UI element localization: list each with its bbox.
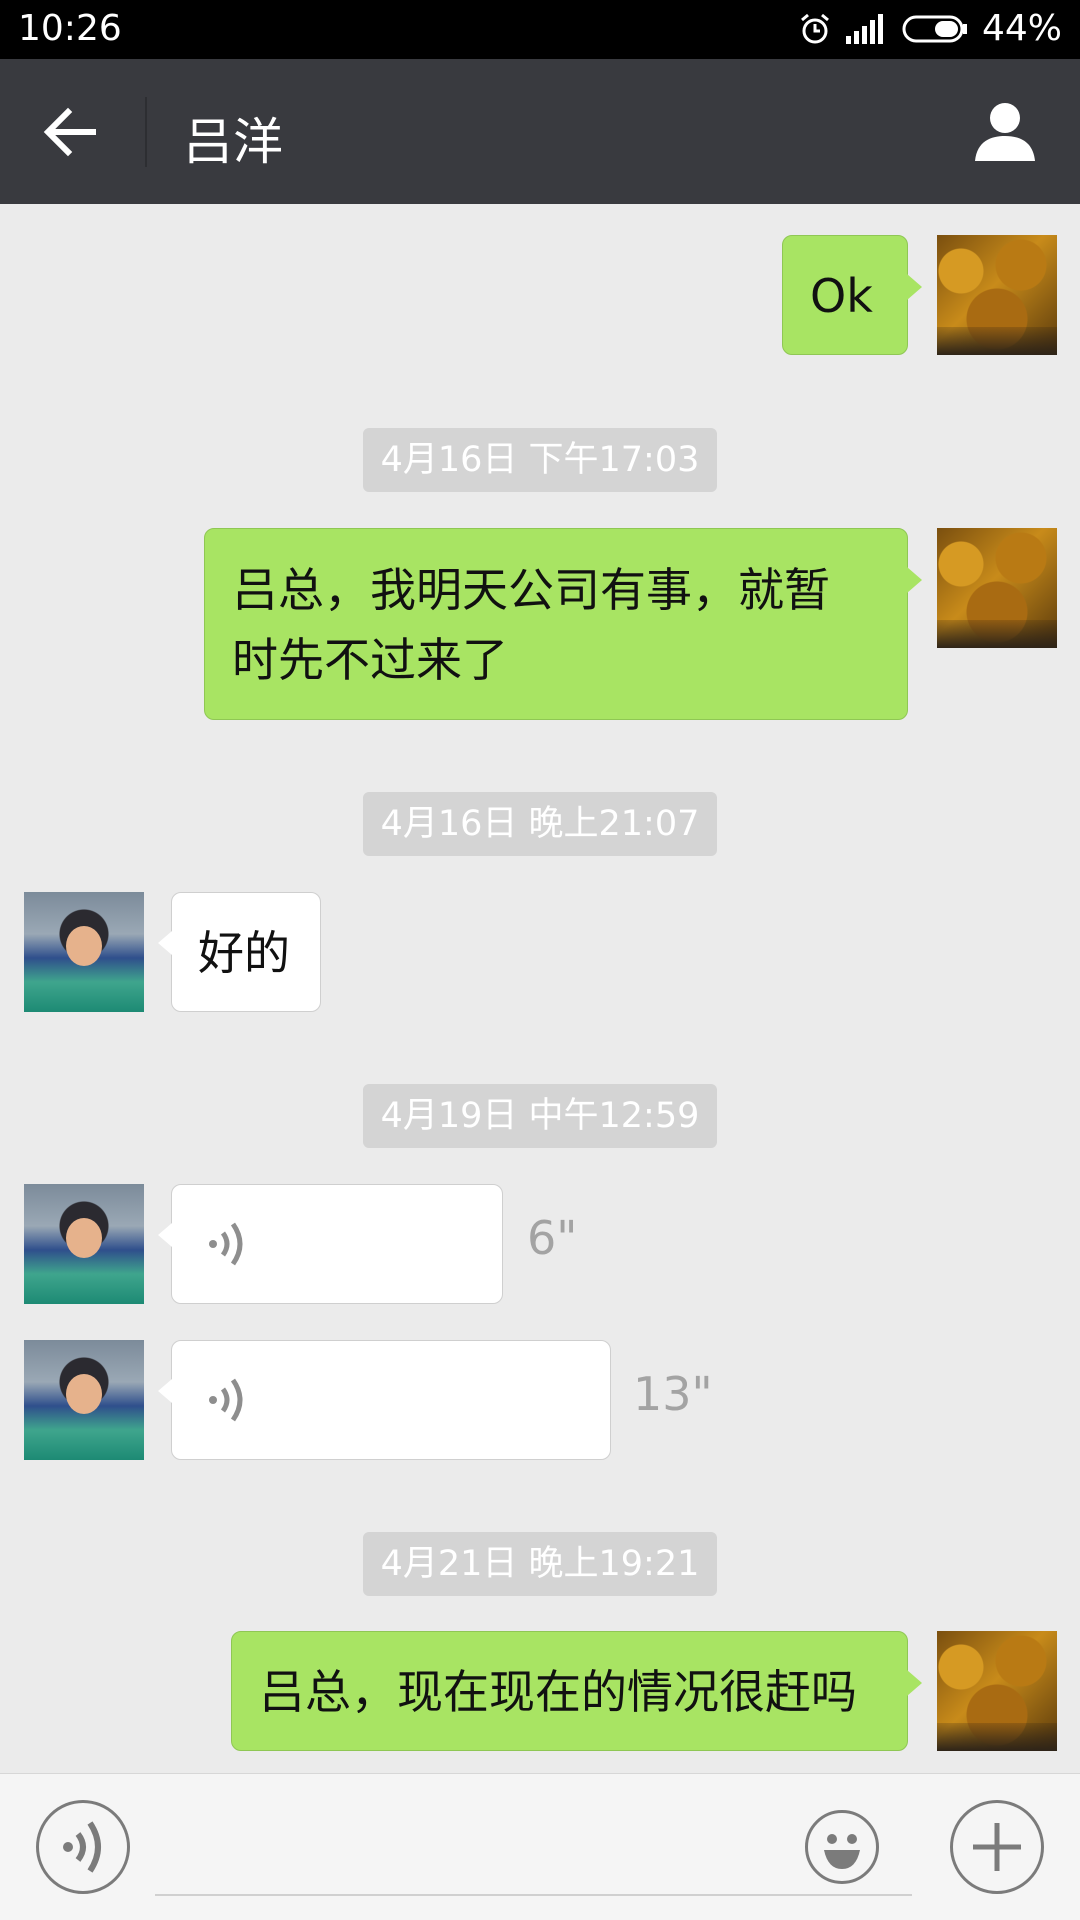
contact-info-button[interactable] (970, 97, 1040, 167)
status-time: 10:26 (18, 8, 122, 49)
back-button[interactable] (30, 97, 110, 167)
message-text-line: 时先不过来了 (232, 633, 508, 687)
my-avatar[interactable] (937, 235, 1057, 355)
voice-duration: 6" (527, 1211, 578, 1265)
battery-icon (902, 14, 968, 44)
message-timestamp: 4月21日 晚上19:21 (363, 1532, 717, 1596)
person-icon (975, 103, 1035, 161)
sent-message-bubble[interactable]: Ok (782, 235, 922, 355)
chat-title: 吕洋 (183, 113, 283, 171)
message-text: 好的 (198, 926, 290, 980)
input-bar (0, 1773, 1080, 1920)
voice-wave-icon (209, 1378, 243, 1422)
message-timestamp: 4月16日 晚上21:07 (363, 792, 717, 856)
signal-strength-icon (845, 13, 888, 44)
alarm-clock-icon (798, 12, 832, 46)
battery-percent: 44% (981, 8, 1062, 49)
status-indicators: 44% (798, 8, 1062, 49)
voice-message-bubble[interactable] (158, 1340, 611, 1460)
message-list[interactable]: Ok 4月16日 下午17:03 吕总，我明天公司有事，就暂 时先不过来了 4月… (0, 204, 1080, 1773)
contact-avatar[interactable] (24, 1184, 144, 1304)
message-text: Ok (810, 269, 873, 323)
message-input-field[interactable] (155, 1894, 912, 1896)
voice-wave-icon (209, 1222, 243, 1266)
voice-icon (63, 1821, 101, 1873)
status-bar: 10:26 44% (0, 0, 1080, 59)
voice-duration: 13" (633, 1367, 713, 1421)
back-arrow-icon (43, 107, 96, 157)
sent-message-bubble[interactable]: 吕总，我明天公司有事，就暂 时先不过来了 (204, 528, 922, 720)
contact-avatar[interactable] (24, 892, 144, 1012)
sent-message-bubble[interactable]: 吕总，现在现在的情况很赶吗 (231, 1631, 922, 1751)
plus-icon (973, 1823, 1021, 1871)
title-divider (145, 97, 147, 167)
voice-input-button[interactable] (36, 1800, 130, 1894)
message-text: 吕总，现在现在的情况很赶吗 (259, 1665, 857, 1719)
voice-message-bubble[interactable] (158, 1184, 503, 1304)
contact-avatar[interactable] (24, 1340, 144, 1460)
chat-header: 吕洋 (0, 59, 1080, 204)
message-text-line: 吕总，我明天公司有事，就暂 (232, 563, 830, 617)
received-message-bubble[interactable]: 好的 (158, 892, 321, 1012)
message-timestamp: 4月16日 下午17:03 (363, 428, 717, 492)
more-actions-button[interactable] (950, 1800, 1044, 1894)
message-timestamp: 4月19日 中午12:59 (363, 1084, 717, 1148)
emoji-button[interactable] (805, 1810, 879, 1884)
my-avatar[interactable] (937, 1631, 1057, 1751)
my-avatar[interactable] (937, 528, 1057, 648)
smiley-icon (824, 1834, 860, 1869)
